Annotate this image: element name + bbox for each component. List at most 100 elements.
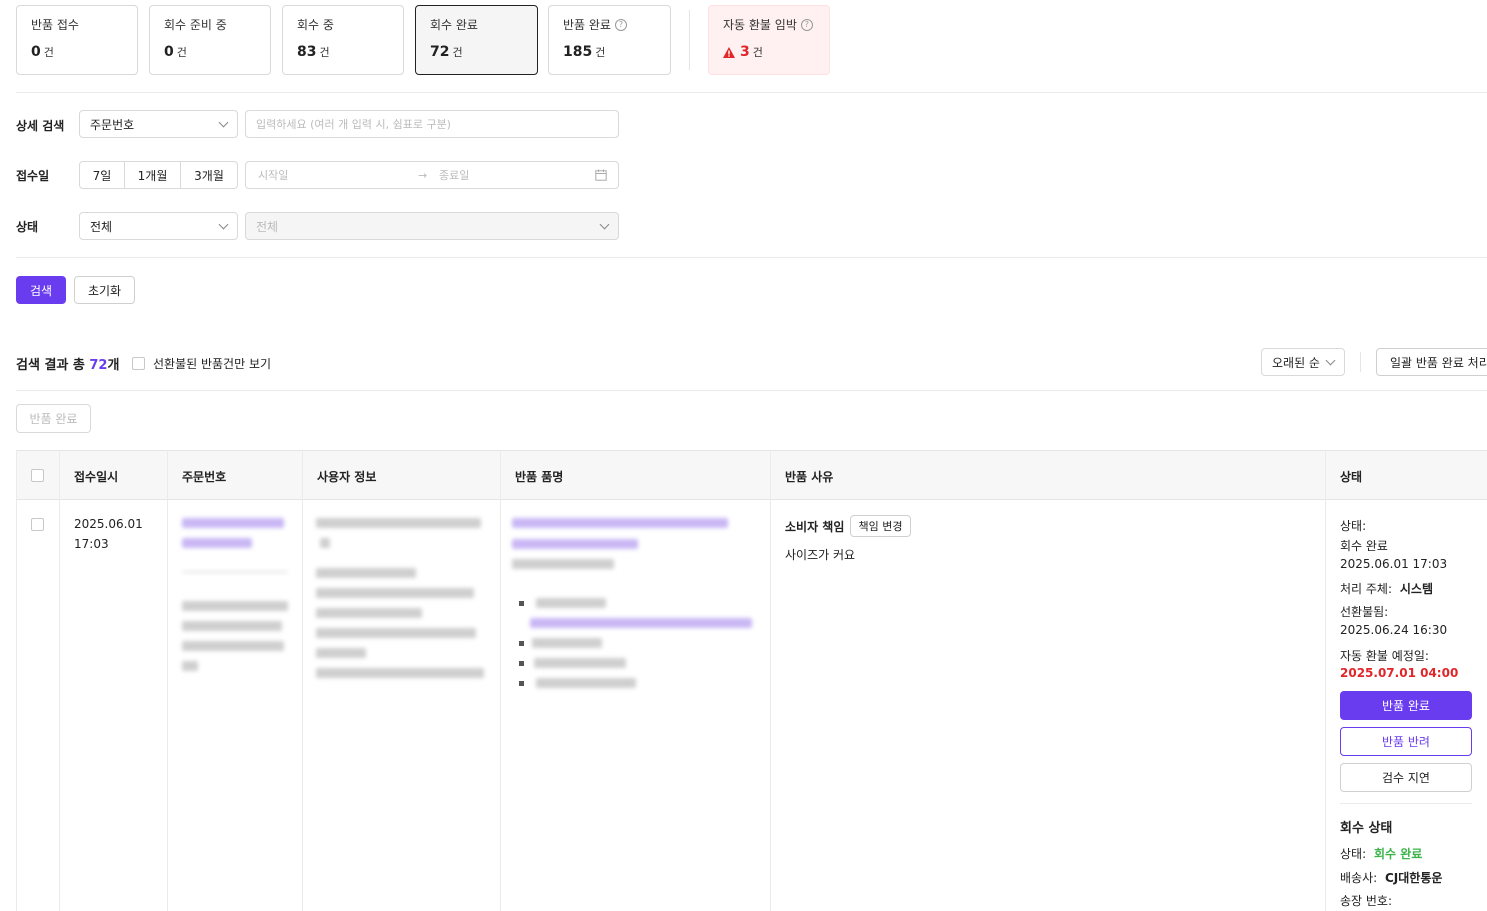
return-reject-button[interactable]: 반품 반려 (1340, 727, 1472, 756)
warning-icon (723, 46, 735, 58)
received-time: 17:03 (74, 537, 109, 551)
status-card-pickup-preparing[interactable]: 회수 준비 중 0건 (149, 5, 271, 75)
card-label: 반품 접수 (31, 18, 79, 32)
header-order-number: 주문번호 (182, 470, 227, 484)
header-status: 상태 (1340, 470, 1363, 484)
order-number-redacted[interactable] (182, 518, 284, 528)
prepaid-only-toggle[interactable]: 선환불된 반품건만 보기 (132, 355, 271, 372)
arrow-right-icon: → (418, 168, 428, 182)
card-label: 반품 완료 (563, 18, 611, 32)
sort-select[interactable]: 오래된 순 (1261, 348, 1345, 376)
pickup-status-title: 회수 상태 (1340, 821, 1393, 836)
chevron-down-icon (218, 219, 229, 229)
user-info-redacted (316, 588, 474, 598)
chevron-down-icon (599, 219, 610, 229)
search-input[interactable]: 입력하세요 (여러 개 입력 시, 쉼표로 구분) (245, 110, 619, 138)
date-range-7d[interactable]: 7일 (79, 161, 125, 189)
received-date: 2025.06.01 (74, 517, 143, 531)
user-info-redacted (316, 628, 476, 638)
user-info-redacted (320, 538, 330, 548)
return-complete-button[interactable]: 반품 완료 (1340, 691, 1472, 720)
product-name-redacted[interactable] (512, 518, 728, 528)
status-divider (1340, 803, 1472, 804)
auto-refund-time: 2025.07.01 04:00 (1340, 666, 1459, 680)
card-count: 185 (563, 44, 593, 60)
handler-label: 처리 주체: (1340, 582, 1393, 596)
carrier-label: 배송사: (1340, 871, 1378, 885)
status-label: 상태 (16, 220, 39, 234)
user-info-redacted (316, 518, 481, 528)
search-button[interactable]: 검색 (16, 276, 66, 304)
help-icon[interactable]: ? (800, 18, 813, 31)
bulk-complete-button[interactable]: 일괄 반품 완료 처리 (1376, 348, 1487, 376)
card-count: 0 (31, 44, 41, 60)
card-label: 회수 중 (297, 18, 334, 32)
card-unit: 건 (452, 46, 463, 59)
date-range-picker[interactable]: 시작일 → 종료일 (245, 161, 619, 189)
section-divider (16, 257, 1487, 258)
reason-text: 사이즈가 커요 (785, 548, 856, 562)
header-product-name: 반품 품명 (515, 470, 564, 484)
toolbar-divider (1360, 352, 1361, 372)
header-received-at: 접수일시 (74, 470, 119, 484)
redacted-text (182, 641, 284, 651)
card-divider (689, 10, 690, 70)
help-icon[interactable]: ? (614, 18, 627, 31)
status-time: 2025.06.01 17:03 (1340, 557, 1448, 571)
fault-label: 소비자 책임 (785, 520, 845, 534)
row-checkbox[interactable] (31, 518, 44, 531)
date-range-1m[interactable]: 1개월 (124, 161, 181, 189)
card-count: 72 (430, 44, 450, 60)
change-fault-button[interactable]: 책임 변경 (850, 515, 911, 537)
header-user-info: 사용자 정보 (317, 470, 377, 484)
select-value: 오래된 순 (1272, 355, 1320, 370)
product-detail-redacted (534, 658, 626, 668)
card-count: 0 (164, 44, 174, 60)
reset-button[interactable]: 초기화 (74, 276, 135, 304)
carrier-value: CJ대한통운 (1385, 871, 1443, 885)
status-card-pickup-in-progress[interactable]: 회수 중 83 건 (282, 5, 404, 75)
status-card-auto-refund-imminent[interactable]: 자동 환불 임박? 3건 (708, 5, 830, 75)
results-count: 72 (89, 358, 108, 373)
prepaid-only-checkbox[interactable] (132, 357, 145, 370)
status-card-return-received[interactable]: 반품 접수 0건 (16, 5, 138, 75)
results-summary: 검색 결과 총 72개 (16, 354, 119, 373)
table-header: 접수일시 주문번호 사용자 정보 반품 품명 반품 사유 상태 (16, 450, 1487, 500)
complete-selected-button: 반품 완료 (16, 404, 91, 433)
carrier: 배송사: CJ대한통운 (1340, 869, 1442, 886)
substatus-select: 전체 (245, 212, 619, 240)
pickup-status-label: 상태: (1340, 847, 1367, 861)
section-divider (16, 390, 1487, 391)
status-card-return-complete[interactable]: 반품 완료? 185 건 (548, 5, 671, 75)
status-select[interactable]: 전체 (79, 212, 238, 240)
prepaid-only-label: 선환불된 반품건만 보기 (153, 357, 272, 371)
card-label: 회수 준비 중 (164, 18, 227, 32)
header-return-reason: 반품 사유 (785, 470, 834, 484)
status-card-pickup-complete[interactable]: 회수 완료 72 건 (415, 5, 538, 75)
card-unit: 건 (176, 46, 187, 59)
card-unit: 건 (595, 46, 606, 59)
product-detail-redacted (532, 638, 602, 648)
results-prefix: 검색 결과 총 (16, 358, 90, 373)
start-date-placeholder: 시작일 (258, 169, 289, 182)
inspection-delay-button[interactable]: 검수 지연 (1340, 763, 1472, 792)
card-count: 3 (740, 44, 750, 60)
handler-info: 처리 주체: 시스템 (1340, 580, 1433, 597)
user-info-redacted (316, 648, 366, 658)
order-number-redacted[interactable] (182, 538, 252, 548)
card-unit: 건 (752, 46, 763, 59)
pickup-status-value: 회수 완료 (1373, 847, 1423, 861)
search-placeholder: 입력하세요 (여러 개 입력 시, 쉼표로 구분) (256, 118, 451, 131)
select-value: 전체 (256, 219, 279, 234)
user-info-redacted (316, 668, 484, 678)
card-count: 83 (297, 44, 317, 60)
date-range-3m[interactable]: 3개월 (180, 161, 238, 189)
calendar-icon (595, 169, 607, 181)
prepaid-time: 2025.06.24 16:30 (1340, 623, 1448, 637)
product-detail-redacted (530, 618, 752, 628)
card-unit: 건 (43, 46, 54, 59)
select-all-checkbox[interactable] (31, 469, 44, 482)
handler-value: 시스템 (1399, 582, 1433, 596)
search-field-select[interactable]: 주문번호 (79, 110, 238, 138)
product-name-redacted[interactable] (512, 539, 638, 549)
